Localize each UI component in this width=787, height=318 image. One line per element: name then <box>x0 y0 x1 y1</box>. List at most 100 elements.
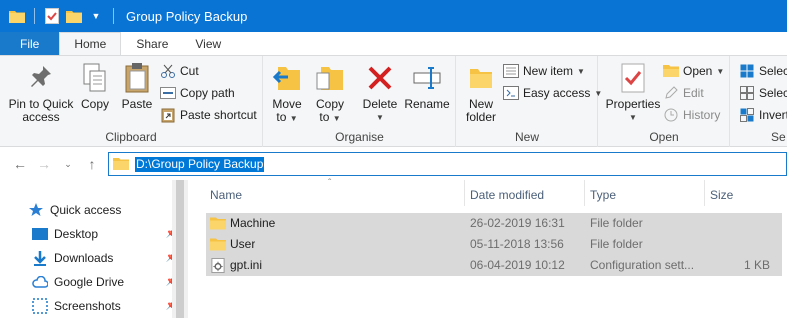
folder-icon <box>210 217 226 230</box>
open-button[interactable]: Open ▼ <box>663 61 724 81</box>
properties-caret: ▼ <box>629 113 637 122</box>
address-bar[interactable]: D:\Group Policy Backup <box>108 152 787 176</box>
navigation-bar: ← → ⌄ ↑ D:\Group Policy Backup <box>0 148 787 180</box>
screenshot-icon <box>32 298 48 314</box>
new-group-label: New <box>514 130 539 144</box>
file-type: Configuration sett... <box>590 258 695 272</box>
move-to-button[interactable]: Move to ▼ <box>270 62 304 125</box>
forward-arrow-icon[interactable]: → <box>36 156 52 172</box>
file-date: 06-04-2019 10:12 <box>470 258 565 272</box>
folder-icon <box>113 157 129 171</box>
easy-access-icon <box>503 85 519 101</box>
ribbon-tabs: File Home Share View <box>0 32 787 56</box>
file-name: gpt.ini <box>230 258 263 272</box>
properties-icon <box>617 62 649 94</box>
back-arrow-icon[interactable]: ← <box>12 156 28 172</box>
copy-to-button[interactable]: Copy to ▼ <box>310 62 350 125</box>
nav-item-google-drive[interactable]: Google Drive 📌 <box>32 271 178 293</box>
column-header-type[interactable]: Type <box>590 188 616 202</box>
select-group-label: Se <box>771 130 786 144</box>
pin-label-line2: access <box>22 110 60 124</box>
tab-view[interactable]: View <box>183 32 233 56</box>
paste-icon <box>121 62 153 94</box>
invert-selection-icon <box>739 107 755 123</box>
file-row-machine[interactable]: Machine 26-02-2019 16:31 File folder <box>206 213 782 234</box>
properties-icon[interactable] <box>43 7 61 25</box>
open-group: Properties ▼ Open ▼ Edit History Open <box>599 56 730 147</box>
move-to-label-line2: to <box>276 110 287 124</box>
new-group: New folder New item ▼ Easy access ▼ New <box>457 56 602 147</box>
copy-path-button[interactable]: Copy path <box>160 83 235 103</box>
properties-button[interactable]: Properties ▼ <box>603 62 663 124</box>
desktop-icon <box>32 227 48 241</box>
cloud-icon <box>32 276 48 288</box>
column-headers: ˆ Name Date modified Type Size <box>194 178 787 210</box>
file-name: Machine <box>230 216 276 230</box>
file-name: User <box>230 237 256 251</box>
select-all-label: Select <box>759 64 787 78</box>
pin-icon <box>25 62 57 94</box>
nav-item-desktop[interactable]: Desktop 📌 <box>32 223 178 245</box>
open-label: Open <box>683 64 713 78</box>
invert-selection-button[interactable]: Invert <box>739 105 787 125</box>
new-folder-button[interactable]: New folder <box>461 62 501 124</box>
select-none-button[interactable]: Select <box>739 83 787 103</box>
column-header-name[interactable]: Name <box>210 188 242 202</box>
nav-item-quick-access[interactable]: Quick access <box>28 199 174 221</box>
delete-caret: ▼ <box>376 113 384 122</box>
paste-button[interactable]: Paste <box>118 62 156 111</box>
new-item-button[interactable]: New item ▼ <box>503 61 585 81</box>
column-divider[interactable] <box>704 180 705 206</box>
scrollbar-thumb[interactable] <box>176 180 184 318</box>
nav-item-label: Desktop <box>54 227 99 241</box>
select-group: Select Select Invert Se <box>731 56 787 147</box>
file-row-gpt-ini[interactable]: gpt.ini 06-04-2019 10:12 Configuration s… <box>206 255 782 276</box>
copy-path-label: Copy path <box>180 86 235 100</box>
pin-to-quick-access-button[interactable]: Pin to Quick access <box>6 62 76 124</box>
rename-label: Rename <box>404 97 450 111</box>
paste-shortcut-label: Paste shortcut <box>180 108 257 122</box>
nav-item-downloads[interactable]: Downloads 📌 <box>32 247 178 269</box>
file-type: File folder <box>590 216 643 230</box>
edit-label: Edit <box>683 86 704 100</box>
address-path[interactable]: D:\Group Policy Backup <box>135 156 265 172</box>
nav-item-label: Downloads <box>54 251 114 265</box>
history-clock-icon <box>663 107 679 123</box>
customize-toolbar-dropdown-icon[interactable]: ▼ <box>87 7 105 25</box>
rename-button[interactable]: Rename <box>404 62 450 111</box>
star-icon <box>28 202 44 218</box>
tab-file[interactable]: File <box>0 32 60 56</box>
column-divider[interactable] <box>584 180 585 206</box>
nav-item-screenshots[interactable]: Screenshots 📌 <box>32 295 178 317</box>
file-list: ˆ Name Date modified Type Size Machine 2… <box>194 178 787 318</box>
history-button[interactable]: History <box>663 105 720 125</box>
paste-shortcut-button[interactable]: Paste shortcut <box>160 105 257 125</box>
copy-button[interactable]: Copy <box>78 62 112 111</box>
easy-access-button[interactable]: Easy access ▼ <box>503 83 602 103</box>
file-row-user[interactable]: User 05-11-2018 13:56 File folder <box>206 234 782 255</box>
edit-pencil-icon <box>663 85 679 101</box>
column-divider[interactable] <box>464 180 465 206</box>
cut-button[interactable]: Cut <box>160 61 199 81</box>
nav-item-label: Google Drive <box>54 275 125 289</box>
column-header-size[interactable]: Size <box>710 188 733 202</box>
delete-button[interactable]: Delete ▼ <box>360 62 400 124</box>
edit-button[interactable]: Edit <box>663 83 704 103</box>
recent-locations-chevron-icon[interactable]: ⌄ <box>60 156 76 172</box>
ribbon: Pin to Quick access Copy Paste Cut Copy … <box>0 55 787 147</box>
navigation-scrollbar[interactable] <box>172 180 188 318</box>
select-none-icon <box>739 85 755 101</box>
title-bar: ▼ Group Policy Backup <box>0 0 787 32</box>
organise-group: Move to ▼ Copy to ▼ Delete ▼ Rename Orga… <box>264 56 456 147</box>
select-all-button[interactable]: Select <box>739 61 787 81</box>
tab-share[interactable]: Share <box>121 32 183 56</box>
properties-label: Properties <box>605 97 661 111</box>
select-all-icon <box>739 63 755 79</box>
up-arrow-icon[interactable]: ↑ <box>84 156 100 172</box>
new-folder-icon[interactable] <box>65 7 83 25</box>
tab-home[interactable]: Home <box>59 32 122 56</box>
history-label: History <box>683 108 721 122</box>
download-icon <box>32 250 48 266</box>
rename-icon <box>411 62 443 94</box>
column-header-date-modified[interactable]: Date modified <box>470 188 544 202</box>
